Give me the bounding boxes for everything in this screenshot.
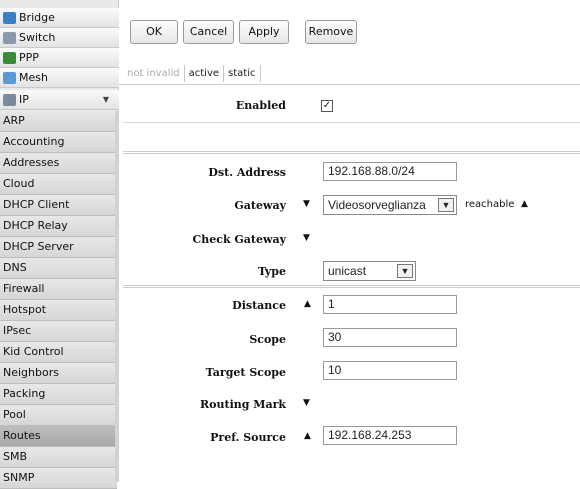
sidebar-item-ip[interactable]: IP ▼	[0, 90, 119, 110]
type-select[interactable]: unicast ▼	[323, 261, 416, 281]
dst-address-label: Dst. Address	[208, 166, 286, 179]
routing-mark-toggle-icon[interactable]: ▼	[303, 398, 310, 408]
tab-active[interactable]: active	[185, 64, 225, 82]
enabled-checkbox[interactable]: ✓	[321, 100, 333, 112]
apply-button[interactable]: Apply	[239, 20, 289, 44]
sidebar-item-bridge[interactable]: Bridge	[0, 8, 119, 28]
sidebar-item-label: Bridge	[19, 11, 55, 24]
sidebar-item-arp[interactable]: ARP	[0, 111, 117, 132]
gateway-select-value: Videosorveglianza	[328, 198, 426, 212]
sidebar-item-kid-control[interactable]: Kid Control	[0, 342, 117, 363]
sidebar-item-dhcp-relay[interactable]: DHCP Relay	[0, 216, 117, 237]
sidebar-item-ipsec[interactable]: IPsec	[0, 321, 117, 342]
divider	[123, 285, 580, 288]
switch-icon	[3, 31, 16, 44]
sidebar-item-smb[interactable]: SMB	[0, 447, 117, 468]
ok-button[interactable]: OK	[130, 20, 178, 44]
dst-address-input[interactable]: 192.168.88.0/24	[323, 162, 457, 181]
scope-input[interactable]: 30	[323, 328, 457, 347]
gateway-toggle-icon[interactable]: ▼	[303, 199, 310, 209]
sidebar-item-cloud[interactable]: Cloud	[0, 174, 117, 195]
sidebar-item-firewall[interactable]: Firewall	[0, 279, 117, 300]
sidebar-item-pool[interactable]: Pool	[0, 405, 117, 426]
cancel-button[interactable]: Cancel	[183, 20, 234, 44]
routing-mark-label: Routing Mark	[200, 398, 286, 411]
sidebar-item-dhcp-server[interactable]: DHCP Server	[0, 237, 117, 258]
chevron-down-icon[interactable]: ▼	[438, 198, 454, 212]
sidebar-item-label: IP	[19, 93, 29, 106]
sidebar-item-neighbors[interactable]: Neighbors	[0, 363, 117, 384]
type-select-value: unicast	[328, 264, 367, 278]
sidebar-item-routes[interactable]: Routes	[0, 426, 117, 447]
remove-button[interactable]: Remove	[305, 20, 357, 44]
distance-toggle-icon[interactable]: ▲	[304, 299, 311, 309]
sidebar: Bridge Switch PPP Mesh IP ▼ ARP Accounti…	[0, 0, 119, 489]
sidebar-item-switch[interactable]: Switch	[0, 28, 119, 48]
sidebar-item-label: PPP	[19, 51, 39, 64]
tab-static[interactable]: static	[224, 64, 261, 82]
chevron-down-icon[interactable]: ▼	[397, 264, 413, 278]
scope-label: Scope	[249, 333, 286, 346]
pref-source-label: Pref. Source	[210, 431, 286, 444]
gateway-collapse-icon[interactable]: ▲	[521, 199, 528, 209]
divider	[119, 84, 580, 85]
sidebar-item-dns[interactable]: DNS	[0, 258, 117, 279]
divider	[123, 151, 580, 154]
tab-not-invalid[interactable]: not invalid	[123, 64, 185, 82]
mesh-icon	[3, 71, 16, 84]
check-gateway-toggle-icon[interactable]: ▼	[303, 233, 310, 243]
sidebar-item-hotspot[interactable]: Hotspot	[0, 300, 117, 321]
target-scope-input[interactable]: 10	[323, 361, 457, 380]
ip-icon	[3, 93, 16, 106]
target-scope-label: Target Scope	[205, 366, 286, 379]
ppp-icon	[3, 51, 16, 64]
sidebar-item-addresses[interactable]: Addresses	[0, 153, 117, 174]
distance-input[interactable]: 1	[323, 295, 457, 314]
route-editor: OK Cancel Apply Remove not invalid activ…	[119, 0, 580, 482]
sidebar-item-label: Mesh	[19, 71, 48, 84]
distance-label: Distance	[232, 299, 286, 312]
sidebar-item-dhcp-client[interactable]: DHCP Client	[0, 195, 117, 216]
pref-source-input[interactable]: 192.168.24.253	[323, 426, 457, 445]
gateway-select[interactable]: Videosorveglianza ▼	[323, 195, 457, 215]
sidebar-item-accounting[interactable]: Accounting	[0, 132, 117, 153]
enabled-label: Enabled	[235, 99, 286, 112]
sidebar-item-mesh[interactable]: Mesh	[0, 68, 119, 88]
type-label: Type	[257, 265, 286, 278]
gateway-status: reachable	[465, 199, 515, 210]
sidebar-item-packing[interactable]: Packing	[0, 384, 117, 405]
sidebar-item-snmp[interactable]: SNMP	[0, 468, 117, 489]
status-tabs: not invalid active static	[123, 62, 261, 84]
gateway-label: Gateway	[234, 199, 286, 212]
divider	[123, 122, 580, 123]
check-gateway-label: Check Gateway	[192, 233, 287, 246]
bridge-icon	[3, 11, 16, 24]
sidebar-item-label: Switch	[19, 31, 56, 44]
pref-source-toggle-icon[interactable]: ▲	[304, 431, 311, 441]
sidebar-item-ppp[interactable]: PPP	[0, 48, 119, 68]
chevron-down-icon: ▼	[102, 95, 109, 104]
